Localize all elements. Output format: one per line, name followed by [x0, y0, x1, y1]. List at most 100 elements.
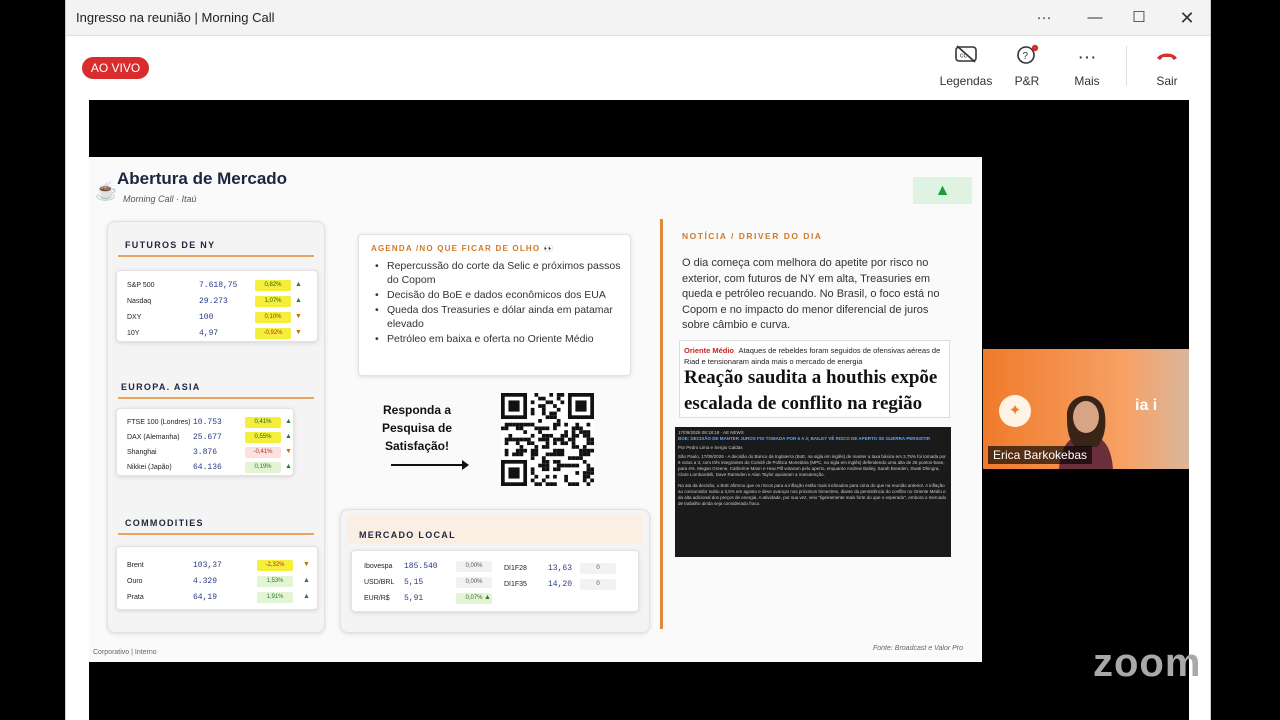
- coffee-cup-icon: ☕: [95, 181, 118, 201]
- row-value: 100: [199, 313, 214, 322]
- market-row: USD/BRL 5,15 0,00%: [354, 575, 504, 590]
- row-change: 0: [580, 579, 616, 590]
- market-row: Shanghai 3.876 -0,41% ▼: [117, 445, 293, 460]
- qr-code[interactable]: [501, 393, 594, 486]
- live-badge: AO VIVO: [82, 57, 149, 79]
- captions-button[interactable]: cc Legendas: [934, 44, 998, 94]
- maximize-icon[interactable]: ☐: [1126, 6, 1152, 30]
- more-window-options-icon[interactable]: ···: [1031, 6, 1057, 30]
- window-title: Ingresso na reunião | Morning Call: [76, 10, 275, 25]
- market-row: S&P 500 7.618,75 0,82% ▲: [117, 278, 317, 293]
- row-change: 0,00%: [456, 561, 492, 572]
- arrow-up-icon: ▲: [285, 418, 292, 425]
- arrow-up-icon: ▲: [285, 463, 292, 470]
- row-name: FTSE 100 (Londres): [127, 419, 191, 426]
- arrow-right-icon: [391, 460, 469, 470]
- market-row: DXY 100 0,10% ▼: [117, 310, 317, 325]
- terminal-paragraph: Na ata da decisão, o BoE afirmou que os …: [678, 483, 947, 506]
- market-row: DI1F28 13,63 0: [494, 561, 634, 576]
- agenda-list: Repercussão do corte da Selic e próximos…: [369, 259, 629, 347]
- market-row: EUR/R$ 5,91 0,07% ▲: [354, 591, 504, 606]
- row-name: DI1F28: [504, 565, 527, 572]
- news-terminal-clipping: 17/09/2026 08:18:18 · AE NEWS BOE: DECIS…: [675, 427, 951, 557]
- row-value: 14,20: [548, 580, 573, 589]
- row-change: 0,00%: [456, 577, 492, 588]
- row-value: 185.540: [404, 562, 438, 571]
- row-name: Nasdaq: [127, 298, 152, 305]
- leave-label: Sair: [1156, 74, 1178, 88]
- toolbar-divider: [1126, 46, 1127, 86]
- mercado-local-panel: MERCADO LOCAL Ibovespa 185.540 0,00% USD/BR…: [340, 509, 650, 633]
- market-row: Prata 64,19 1,91% ▲: [117, 590, 317, 605]
- agenda-card: AGENDA /NO QUE FICAR DE OLHO 👀 Repercuss…: [358, 234, 631, 376]
- news-divider: [660, 219, 663, 629]
- agenda-item: Repercussão do corte da Selic e próximos…: [369, 259, 629, 287]
- arrow-up-icon: ▲: [295, 281, 302, 288]
- row-change: 0,82%: [255, 280, 291, 291]
- sparkle-icon: ✦: [999, 395, 1031, 427]
- row-change: 0,19%: [245, 462, 281, 473]
- market-row: Ouro 4.329 1,53% ▲: [117, 574, 317, 589]
- row-name: Ibovespa: [364, 563, 393, 570]
- classification-label: Corporativo | Interno: [93, 649, 157, 656]
- row-name: DXY: [127, 314, 142, 321]
- arrow-up-icon: ▲: [295, 297, 302, 304]
- arrow-down-icon: ▼: [303, 561, 310, 568]
- arrow-up-icon: ▲: [484, 594, 491, 601]
- row-value: 64,19: [193, 593, 218, 602]
- market-row: DAX (Alemanha) 25.677 0,55% ▲: [117, 430, 293, 445]
- slide-title: Abertura de Mercado: [117, 169, 288, 188]
- arrow-up-icon: ▲: [303, 593, 310, 600]
- clipping-kicker: Oriente Médio Ataques de rebeldes foram …: [684, 344, 946, 366]
- row-change: 0,10%: [255, 312, 291, 323]
- source-label: Fonte: Broadcast e Valor Pro: [873, 645, 964, 652]
- more-label: Mais: [1074, 74, 1100, 88]
- agenda-item: Decisão do BoE e dados econômicos dos EU…: [369, 288, 629, 302]
- market-row: Brent 103,37 -2,32% ▼: [117, 558, 317, 573]
- agenda-header: AGENDA /NO QUE FICAR DE OLHO 👀: [371, 244, 555, 253]
- futuros-table: S&P 500 7.618,75 0,82% ▲ Nasdaq 29.273 1,07% ▲ D…: [116, 270, 318, 342]
- row-change: -0,92%: [255, 328, 291, 339]
- leave-button[interactable]: Sair: [1146, 44, 1188, 94]
- arrow-up-icon: ▲: [285, 433, 292, 440]
- survey-text: Responda a Pesquisa de Satisfação!: [381, 403, 453, 453]
- market-row: Nasdaq 29.273 1,07% ▲: [117, 294, 317, 309]
- zoom-watermark: zoom: [1093, 641, 1202, 685]
- more-dots-icon: ···: [1077, 47, 1097, 68]
- clipping-headline: Reação saudita a houthis expõe escalada …: [684, 367, 938, 414]
- europa-header: EUROPA. ASIA: [121, 382, 201, 392]
- close-icon[interactable]: ✕: [1174, 6, 1200, 30]
- row-name: Shanghai: [127, 449, 157, 456]
- more-button[interactable]: ··· Mais: [1066, 44, 1108, 94]
- row-change: -0,41%: [245, 447, 281, 458]
- markets-panel: FUTUROS DE NY S&P 500 7.618,75 0,82% ▲ Nasda…: [107, 221, 325, 633]
- row-value: 103,37: [193, 561, 222, 570]
- arrow-down-icon: ▼: [295, 329, 302, 336]
- qa-icon: ?: [1006, 44, 1048, 72]
- row-name: Prata: [127, 594, 144, 601]
- row-value: 10.753: [193, 418, 222, 427]
- europa-divider: [118, 397, 314, 399]
- row-name: EUR/R$: [364, 595, 390, 602]
- commodities-table: Brent 103,37 -2,32% ▼ Ouro 4.329 1,53% ▲ Prata 64…: [116, 546, 318, 610]
- row-name: DI1F35: [504, 581, 527, 588]
- minimize-icon[interactable]: —: [1082, 6, 1108, 30]
- terminal-paragraph: São Paulo, 17/09/2026 - A decisão do Ban…: [678, 454, 946, 477]
- news-header: NOTÍCIA / DRIVER DO DIA: [682, 231, 823, 241]
- captions-label: Legendas: [939, 74, 993, 88]
- row-value: 25.677: [193, 433, 222, 442]
- clipping-kicker-label: Oriente Médio: [684, 346, 735, 355]
- newspaper-clipping: Oriente Médio Ataques de rebeldes foram …: [679, 340, 950, 418]
- svg-text:?: ?: [1023, 51, 1029, 62]
- participant-video[interactable]: ✦ ia i Erica Barkokebas: [983, 349, 1189, 469]
- row-name: S&P 500: [127, 282, 155, 289]
- terminal-byline: Por Pedro Lima e Sergio Caldas: [678, 445, 743, 450]
- captions-off-icon: cc: [934, 44, 998, 72]
- commodities-header: COMMODITIES: [125, 518, 204, 528]
- row-value: 5,91: [404, 594, 424, 603]
- market-row: Ibovespa 185.540 0,00%: [354, 559, 504, 574]
- terminal-headline: BOE: DECISÃO DE MANTER JUROS FOI TOMADA …: [678, 436, 930, 441]
- qa-button[interactable]: ? P&R: [1006, 44, 1048, 94]
- row-value: 4,97: [199, 329, 219, 338]
- arrow-down-icon: ▼: [295, 313, 302, 320]
